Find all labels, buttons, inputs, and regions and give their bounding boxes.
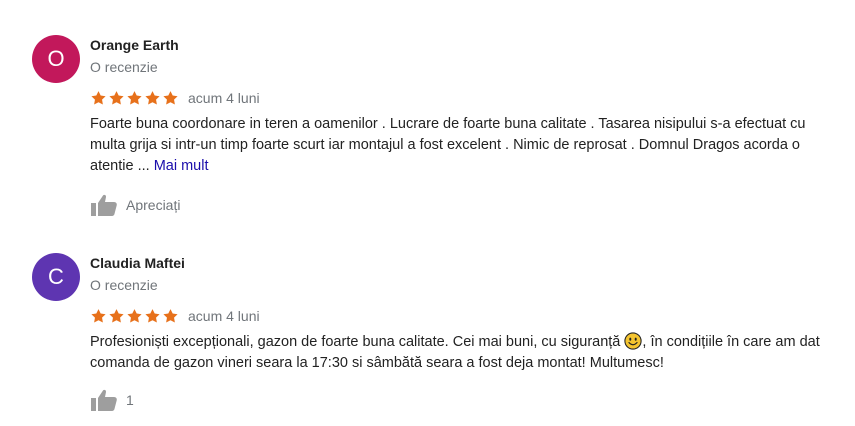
like-button[interactable]: Apreciați xyxy=(90,193,180,217)
review-time: acum 4 luni xyxy=(188,90,260,106)
reviewer-name[interactable]: Orange Earth xyxy=(90,37,179,53)
reviewer-name[interactable]: Claudia Maftei xyxy=(90,255,185,271)
star-icon xyxy=(145,90,160,105)
more-link[interactable]: Mai mult xyxy=(154,158,209,174)
review-text: Profesioniști excepționali, gazon de foa… xyxy=(90,332,832,374)
star-icon xyxy=(127,308,142,323)
like-label: Apreciați xyxy=(126,197,181,213)
star-icon xyxy=(145,308,160,323)
star-rating xyxy=(90,90,180,107)
thumbs-up-icon xyxy=(91,389,117,411)
review-text-part: Profesioniști excepționali, gazon de foa… xyxy=(90,334,621,350)
review-count: O recenzie xyxy=(90,59,158,75)
review-time: acum 4 luni xyxy=(188,308,260,324)
star-icon xyxy=(127,90,142,105)
star-icon xyxy=(91,308,106,323)
star-icon xyxy=(109,90,124,105)
review-count: O recenzie xyxy=(90,277,158,293)
star-icon xyxy=(109,308,124,323)
rating-row: acum 4 luni xyxy=(90,306,260,326)
smiling-face-emoji-icon xyxy=(624,332,643,350)
like-button[interactable]: 1 xyxy=(90,388,134,412)
avatar[interactable]: C xyxy=(32,253,80,301)
star-rating xyxy=(90,308,180,325)
star-icon xyxy=(163,90,178,105)
review-text-ellipsis: ... xyxy=(133,158,154,174)
thumbs-up-icon xyxy=(91,194,117,216)
star-icon xyxy=(91,90,106,105)
review-text: Foarte buna coordonare in teren a oameni… xyxy=(90,114,832,177)
rating-row: acum 4 luni xyxy=(90,88,260,108)
star-icon xyxy=(163,308,178,323)
avatar[interactable]: O xyxy=(32,35,80,83)
like-count: 1 xyxy=(126,392,134,408)
